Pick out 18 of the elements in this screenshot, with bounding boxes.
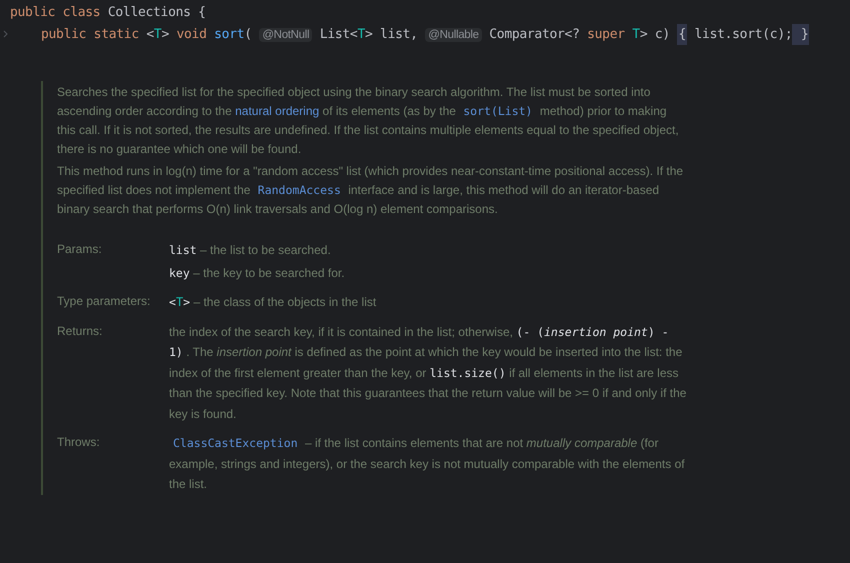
doc-paragraph: This method runs in log(n) time for a "random access" list (which provides near-constant-time positional access). If the specified list does not implement the RandomAccess interface and is large, this method will do an iterator-based binary search that performs O(n) link traversals and O(log n) element comparisons.: [57, 163, 684, 218]
code-line: public static <T> void sort( @NotNull List<T> list, @Nullable Comparator<? super T> c) { list.sort(c); }: [10, 26, 810, 42]
doc-paragraph: Searches the specified list for the specified object using the binary search algorithm. The list must be sorted into ascending order according to the natural ordering of its elements (as by the sort(List) method) prior to making this call. If it is not sorted, the results are undefined. If the list contains multiple elements equal to the specified object, there is no guarantee which one will be found.: [57, 84, 680, 158]
section-entry: the index of the search key, if it is contained in the list; otherwise, (- (insertion point) - 1) . The insertion point is defined as the point at which the key would be inserted into the list: the index of the first element greater than the key, or list.size() if all elements in the list are less than the specified key. Note that this guarantees that the return value will be >= 0 if and only if the key is found.: [169, 324, 687, 422]
section-label: Throws:: [57, 434, 101, 451]
section-entry: key – the key to be searched for.: [169, 264, 346, 282]
section-label: Params:: [57, 241, 103, 258]
section-label: Type parameters:: [57, 293, 152, 310]
section-entry: ClassCastException – if the list contains elements that are not mutually comparable (for example, strings and integers), or the search key is not mutually comparable with the elements of the list.: [169, 435, 686, 493]
doc-link[interactable]: natural ordering: [235, 104, 320, 118]
fold-chevron-icon[interactable]: [2, 30, 8, 38]
section-label: Returns:: [57, 322, 104, 340]
section-entry: <T> – the class of the objects in the list: [169, 294, 378, 311]
doc-link[interactable]: sort(List): [459, 104, 536, 118]
doc-link[interactable]: RandomAccess: [254, 183, 345, 197]
code-line: public class Collections {: [10, 4, 206, 20]
doc-link[interactable]: ClassCastException: [169, 436, 302, 450]
section-entry: list – the list to be searched.: [169, 242, 332, 259]
